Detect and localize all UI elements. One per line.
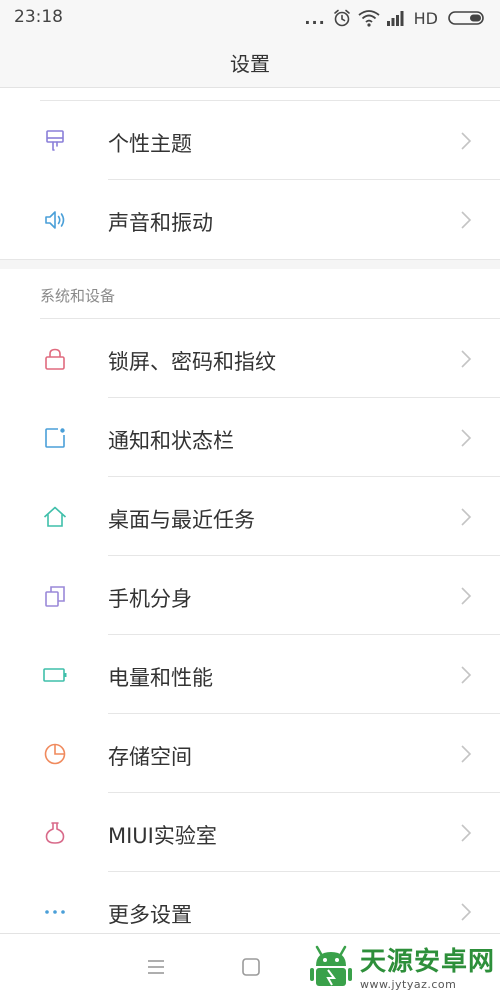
speaker-icon	[42, 207, 68, 233]
chevron-right-icon	[460, 744, 472, 764]
chevron-right-icon	[460, 131, 472, 151]
status-icons: ... HD	[304, 6, 486, 30]
settings-item-label: 桌面与最近任务	[108, 508, 255, 532]
settings-item-label: MIUI实验室	[108, 824, 217, 848]
battery-status-icon	[448, 10, 486, 26]
watermark-url: www.jytyaz.com	[360, 977, 457, 991]
android-logo-icon	[308, 942, 354, 996]
chevron-right-icon	[460, 507, 472, 527]
settings-item-label: 存储空间	[108, 745, 192, 769]
chevron-right-icon	[460, 823, 472, 843]
settings-list: 个性主题 声音和振动 系统和设备 锁屏、密码和指纹 通知和状态栏 桌面与最近任务…	[0, 88, 500, 933]
settings-item-label: 电量和性能	[108, 666, 213, 690]
settings-item-label: 锁屏、密码和指纹	[108, 350, 276, 374]
settings-item-miui-lab[interactable]: MIUI实验室	[0, 793, 500, 872]
section-header-label: 系统和设备	[40, 287, 116, 305]
settings-item-storage[interactable]: 存储空间	[0, 714, 500, 793]
settings-item-lock-password-fingerprint[interactable]: 锁屏、密码和指纹	[0, 319, 500, 398]
settings-item-more-settings[interactable]: 更多设置	[0, 872, 500, 933]
settings-item-battery-performance[interactable]: 电量和性能	[0, 635, 500, 714]
settings-item-sound-vibration[interactable]: 声音和振动	[0, 180, 500, 259]
more-dots-icon	[42, 899, 68, 925]
dual-phone-icon	[42, 583, 68, 609]
network-type-label: HD	[413, 8, 438, 28]
chevron-right-icon	[460, 349, 472, 369]
section-header-system-devices: 系统和设备	[0, 269, 500, 319]
status-bar: 23:18 ... HD	[0, 0, 500, 36]
home-icon	[42, 504, 68, 530]
watermark-text: 天源安卓网 www.jytyaz.com	[360, 949, 495, 990]
settings-item-desktop-recents[interactable]: 桌面与最近任务	[0, 477, 500, 556]
settings-item-label: 声音和振动	[108, 211, 213, 235]
notification-icon	[42, 425, 68, 451]
status-time: 23:18	[14, 7, 63, 27]
group-separator	[0, 259, 500, 269]
watermark-logo: 天源安卓网 www.jytyaz.com	[308, 941, 495, 997]
settings-screen: 23:18 ... HD 设置 个性主题 声音和振动 系统和设备 锁屏、密码和指…	[0, 0, 500, 1000]
battery-icon	[42, 662, 68, 688]
home-button-icon[interactable]	[240, 956, 262, 978]
settings-item-label: 个性主题	[108, 132, 192, 156]
settings-item-notifications-statusbar[interactable]: 通知和状态栏	[0, 398, 500, 477]
title-bar: 设置	[0, 36, 500, 88]
chevron-right-icon	[460, 586, 472, 606]
settings-item-label: 手机分身	[108, 587, 192, 611]
chevron-right-icon	[460, 428, 472, 448]
flask-icon	[42, 820, 68, 846]
settings-item-second-space[interactable]: 手机分身	[0, 556, 500, 635]
page-title: 设置	[230, 52, 270, 76]
chevron-right-icon	[460, 665, 472, 685]
paintbrush-icon	[42, 128, 68, 154]
pie-chart-icon	[42, 741, 68, 767]
menu-icon[interactable]	[145, 956, 167, 978]
wifi-icon	[358, 9, 380, 27]
watermark-name: 天源安卓网	[360, 946, 496, 977]
settings-item-theme[interactable]: 个性主题	[0, 101, 500, 180]
more-notifications-indicator: ...	[304, 8, 326, 28]
chevron-right-icon	[460, 210, 472, 230]
settings-item-label: 通知和状态栏	[108, 429, 234, 453]
lock-icon	[42, 346, 68, 372]
signal-icon	[386, 10, 406, 26]
alarm-icon	[332, 8, 352, 28]
chevron-right-icon	[460, 902, 472, 922]
settings-item-label: 更多设置	[108, 903, 192, 927]
